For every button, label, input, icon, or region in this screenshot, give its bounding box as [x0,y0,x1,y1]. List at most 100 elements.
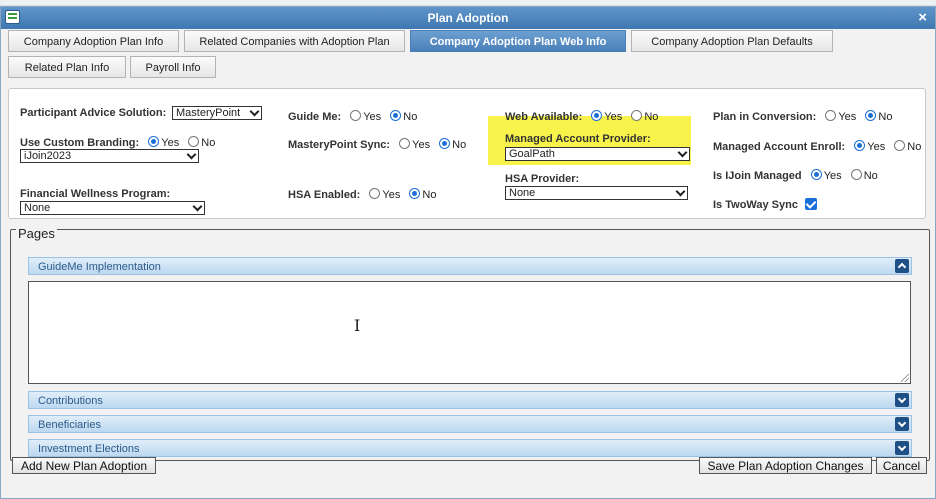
no-label: No [863,170,878,182]
participant-advice-select[interactable]: MasteryPoint [172,106,262,120]
managed-account-enroll-field: Managed Account Enroll: Yes No [713,140,921,153]
yes-label: Yes [363,111,382,123]
masterypoint-sync-no-radio[interactable] [439,138,451,149]
masterypoint-sync-yes-radio[interactable] [399,138,411,149]
participant-advice-value: MasteryPoint [176,107,241,119]
add-new-plan-adoption-button[interactable]: Add New Plan Adoption [12,457,156,474]
dialog-title: Plan Adoption [427,11,509,25]
custom-branding-no-radio[interactable] [188,136,200,147]
chevron-down-icon [192,201,203,212]
no-label: No [403,111,418,123]
chevron-down-icon [186,149,197,160]
close-icon[interactable]: × [918,9,927,26]
is-ijoin-managed-yes-radio[interactable] [810,169,822,180]
is-twoway-sync-checkbox[interactable] [805,198,818,210]
accordion-label: Beneficiaries [38,419,101,431]
no-label: No [422,189,437,201]
managed-account-provider-select[interactable]: GoalPath [505,147,690,161]
masterypoint-sync-field: MasteryPoint Sync: Yes No [288,138,466,151]
guide-me-yes-radio[interactable] [350,110,362,121]
hsa-provider-label: HSA Provider: [505,173,580,185]
participant-advice-field: Participant Advice Solution: [20,107,166,119]
accordion-label: Investment Elections [38,443,140,455]
tab-payroll-info[interactable]: Payroll Info [130,56,216,78]
tab-related-companies[interactable]: Related Companies with Adoption Plan [184,30,405,52]
participant-advice-label: Participant Advice Solution: [20,107,167,119]
guide-me-no-radio[interactable] [390,110,402,121]
plan-in-conversion-no-radio[interactable] [865,110,877,121]
financial-wellness-select[interactable]: None [20,201,205,215]
hsa-enabled-label: HSA Enabled: [288,189,361,201]
chevron-down-icon [249,106,260,117]
managed-account-enroll-no-radio[interactable] [894,140,906,151]
text-cursor-icon: I [354,316,361,335]
accordion-investment-elections[interactable]: Investment Elections [28,439,912,457]
tab-company-adoption-plan-info[interactable]: Company Adoption Plan Info [8,30,179,52]
managed-account-provider-field: Managed Account Provider: [505,133,651,145]
tab-web-info[interactable]: Company Adoption Plan Web Info [410,30,626,52]
is-ijoin-managed-no-radio[interactable] [850,169,862,180]
accordion-contributions[interactable]: Contributions [28,391,912,409]
financial-wellness-value: None [24,202,51,214]
cancel-button[interactable]: Cancel [876,457,927,474]
managed-account-enroll-label: Managed Account Enroll: [713,141,846,153]
accordion-label: GuideMe Implementation [38,261,161,273]
chevron-down-icon[interactable] [895,393,909,407]
accordion-beneficiaries[interactable]: Beneficiaries [28,415,912,433]
hsa-provider-select[interactable]: None [505,186,688,200]
is-ijoin-managed-field: Is IJoin Managed Yes No [713,169,878,182]
custom-branding-value: iJoin2023 [24,150,72,162]
guide-me-label: Guide Me: [288,111,342,123]
is-ijoin-managed-label: Is IJoin Managed [713,170,802,182]
yes-label: Yes [604,111,623,123]
no-label: No [878,111,893,123]
web-info-panel: Participant Advice Solution: MasteryPoin… [8,88,926,219]
web-available-field: Web Available: Yes No [505,110,658,123]
tab-plan-defaults[interactable]: Company Adoption Plan Defaults [631,30,833,52]
yes-label: Yes [161,137,180,149]
yes-label: Yes [412,139,431,151]
is-twoway-sync-field: Is TwoWay Sync [713,198,818,211]
chevron-down-icon[interactable] [895,441,909,455]
hsa-enabled-field: HSA Enabled: Yes No [288,188,436,201]
hsa-provider-field: HSA Provider: [505,173,579,185]
plan-in-conversion-field: Plan in Conversion: Yes No [713,110,892,123]
no-label: No [907,141,922,153]
chevron-up-icon[interactable] [895,259,909,273]
resize-grip-icon[interactable] [901,374,909,382]
chevron-down-icon [677,147,688,158]
guide-me-field: Guide Me: Yes No [288,110,417,123]
custom-branding-select[interactable]: iJoin2023 [20,149,199,163]
accordion-label: Contributions [38,395,103,407]
is-twoway-sync-label: Is TwoWay Sync [713,199,798,211]
hsa-enabled-no-radio[interactable] [409,188,421,199]
web-available-yes-radio[interactable] [591,110,603,121]
masterypoint-sync-label: MasteryPoint Sync: [288,139,391,151]
plan-in-conversion-yes-radio[interactable] [825,110,837,121]
guideme-implementation-editor[interactable] [28,281,911,384]
chevron-down-icon[interactable] [895,417,909,431]
financial-wellness-label: Financial Wellness Program: [20,188,171,200]
save-plan-adoption-changes-button[interactable]: Save Plan Adoption Changes [699,457,872,474]
tab-related-plan-info[interactable]: Related Plan Info [8,56,126,78]
chevron-down-icon [675,186,686,197]
managed-account-provider-value: GoalPath [509,148,555,160]
managed-account-enroll-yes-radio[interactable] [854,140,866,151]
yes-label: Yes [838,111,857,123]
hsa-enabled-yes-radio[interactable] [369,188,381,199]
accordion-guideme-implementation[interactable]: GuideMe Implementation [28,257,912,275]
custom-branding-yes-radio[interactable] [148,136,160,147]
no-label: No [452,139,467,151]
yes-label: Yes [382,189,401,201]
web-available-no-radio[interactable] [631,110,643,121]
no-label: No [201,137,216,149]
managed-account-provider-label: Managed Account Provider: [505,133,651,145]
yes-label: Yes [867,141,886,153]
financial-wellness-field: Financial Wellness Program: [20,188,170,200]
custom-branding-field: Use Custom Branding: Yes No [20,136,215,149]
hsa-provider-value: None [509,187,536,199]
pages-legend: Pages [16,226,57,241]
web-available-label: Web Available: [505,111,583,123]
custom-branding-label: Use Custom Branding: [20,137,140,149]
no-label: No [644,111,659,123]
